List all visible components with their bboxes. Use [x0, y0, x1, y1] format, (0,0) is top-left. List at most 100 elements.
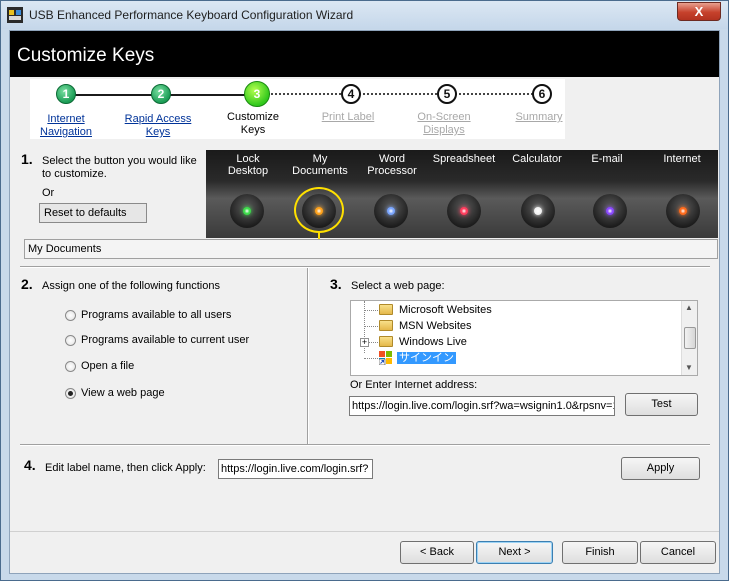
key-label-spreadsheet: Spreadsheet	[432, 153, 496, 165]
test-button[interactable]: Test	[625, 393, 698, 416]
page-header: Customize Keys	[10, 31, 719, 77]
key-label-internet: Internet	[663, 153, 701, 165]
radio-label: Programs available to current user	[81, 334, 250, 346]
next-button[interactable]: Next >	[476, 541, 553, 564]
scroll-thumb[interactable]	[684, 327, 696, 349]
key-lock-desktop-button[interactable]	[230, 194, 264, 228]
led-icon	[534, 207, 542, 215]
radio-open-file[interactable]: Open a file	[65, 359, 295, 375]
tree-item-microsoft-websites[interactable]: Microsoft Websites	[379, 302, 492, 318]
section-3-number: 3.	[330, 276, 342, 292]
apply-button[interactable]: Apply	[621, 457, 700, 480]
tree-connector	[364, 358, 378, 359]
key-label-my-documents: My Documents	[284, 153, 356, 177]
step-1-circle[interactable]: 1	[56, 84, 76, 104]
led-icon	[387, 207, 395, 215]
step-5-label-line1: On-Screen	[417, 111, 471, 123]
progress-line-todo	[268, 93, 536, 95]
selected-key-name: My Documents	[24, 239, 718, 259]
back-button[interactable]: < Back	[400, 541, 474, 564]
key-label-line2: Processor	[367, 165, 417, 177]
radio-label: View a web page	[81, 387, 165, 399]
key-email-button[interactable]	[593, 194, 627, 228]
step-6-label-line1: Summary	[515, 111, 563, 123]
divider-middle	[20, 444, 710, 446]
tree-scrollbar[interactable]: ▲ ▼	[681, 301, 697, 375]
tree-item-signin[interactable]: サインイン	[379, 350, 456, 366]
folder-icon	[379, 336, 393, 347]
folder-icon	[379, 320, 393, 331]
label-name-input[interactable]: https://login.live.com/login.srf?	[218, 459, 373, 479]
address-label: Or Enter Internet address:	[350, 379, 478, 391]
step-5-circle: 5	[437, 84, 457, 104]
step-4-circle: 4	[341, 84, 361, 104]
tree-connector	[364, 310, 378, 311]
tree-item-label: サインイン	[397, 352, 456, 364]
section-1-number: 1.	[21, 151, 33, 167]
step-4-label-line1: Print Label	[321, 111, 375, 123]
step-1-label-line2: Navigation	[40, 126, 92, 138]
step-1-label-line1: Internet	[47, 113, 85, 125]
scroll-up-icon[interactable]: ▲	[685, 303, 693, 312]
footer-divider	[10, 531, 719, 532]
section-1-instruction-line2: to customize.	[42, 168, 107, 180]
step-3-label: Customize Keys	[208, 111, 298, 137]
finish-button[interactable]: Finish	[562, 541, 638, 564]
step-2-link[interactable]: Rapid Access Keys	[113, 113, 203, 139]
divider-top	[20, 266, 710, 268]
step-1-link[interactable]: Internet Navigation	[21, 113, 111, 139]
radio-circle	[65, 361, 76, 372]
tree-item-windows-live[interactable]: Windows Live	[379, 334, 467, 350]
title-bar[interactable]: USB Enhanced Performance Keyboard Config…	[1, 1, 728, 29]
folder-icon	[379, 304, 393, 315]
key-label-lock-desktop: Lock Desktop	[212, 153, 284, 177]
step-2-circle[interactable]: 2	[151, 84, 171, 104]
wizard-window: USB Enhanced Performance Keyboard Config…	[0, 0, 729, 581]
radio-programs-all-users[interactable]: Programs available to all users	[65, 308, 295, 324]
expand-plus-icon[interactable]: +	[360, 338, 369, 347]
keyboard-image: Lock Desktop My Documents Word Processor…	[206, 150, 718, 238]
step-2-label-line1: Rapid Access	[124, 113, 192, 125]
led-icon	[679, 207, 687, 215]
key-label-line1: Word	[378, 153, 406, 165]
page-title: Customize Keys	[17, 45, 155, 66]
web-page-tree[interactable]: Microsoft Websites MSN Websites + Window…	[350, 300, 698, 376]
window-title: USB Enhanced Performance Keyboard Config…	[29, 8, 354, 22]
key-label-word-processor: Word Processor	[356, 153, 428, 177]
section-4-number: 4.	[24, 457, 36, 473]
key-label-line1: My	[312, 153, 328, 165]
close-button[interactable]: X	[677, 2, 721, 21]
cancel-button[interactable]: Cancel	[640, 541, 716, 564]
web-shortcut-icon	[379, 351, 392, 365]
internet-address-input[interactable]: https://login.live.com/login.srf?wa=wsig…	[349, 396, 615, 416]
led-icon	[243, 207, 251, 215]
selection-ring	[294, 187, 344, 233]
key-label-line2: Desktop	[227, 165, 269, 177]
key-internet-button[interactable]	[666, 194, 700, 228]
key-spreadsheet-button[interactable]	[447, 194, 481, 228]
step-4-link: Print Label	[303, 111, 393, 124]
step-5-label-line2: Displays	[423, 124, 465, 136]
section-2-number: 2.	[21, 276, 33, 292]
step-5-link: On-Screen Displays	[399, 111, 489, 137]
divider-vertical	[307, 268, 309, 444]
radio-programs-current-user[interactable]: Programs available to current user	[65, 333, 295, 349]
tree-item-label: Windows Live	[399, 336, 467, 348]
key-label-calculator: Calculator	[512, 153, 562, 165]
key-calculator-button[interactable]	[521, 194, 555, 228]
tree-item-msn-websites[interactable]: MSN Websites	[379, 318, 472, 334]
radio-label: Programs available to all users	[81, 309, 232, 321]
reset-to-defaults-button[interactable]: Reset to defaults	[39, 203, 147, 223]
radio-circle	[65, 310, 76, 321]
tree-item-label: Microsoft Websites	[399, 304, 492, 316]
section-3-heading: Select a web page:	[351, 280, 445, 292]
key-label-email: E-mail	[591, 153, 623, 165]
radio-circle	[65, 388, 76, 399]
tree-item-label: MSN Websites	[399, 320, 472, 332]
step-3-label-line2: Keys	[240, 124, 266, 136]
scroll-down-icon[interactable]: ▼	[685, 363, 693, 372]
radio-view-web-page[interactable]: View a web page	[65, 386, 295, 402]
key-word-processor-button[interactable]	[374, 194, 408, 228]
section-4-instruction: Edit label name, then click Apply:	[45, 462, 206, 474]
radio-circle	[65, 335, 76, 346]
